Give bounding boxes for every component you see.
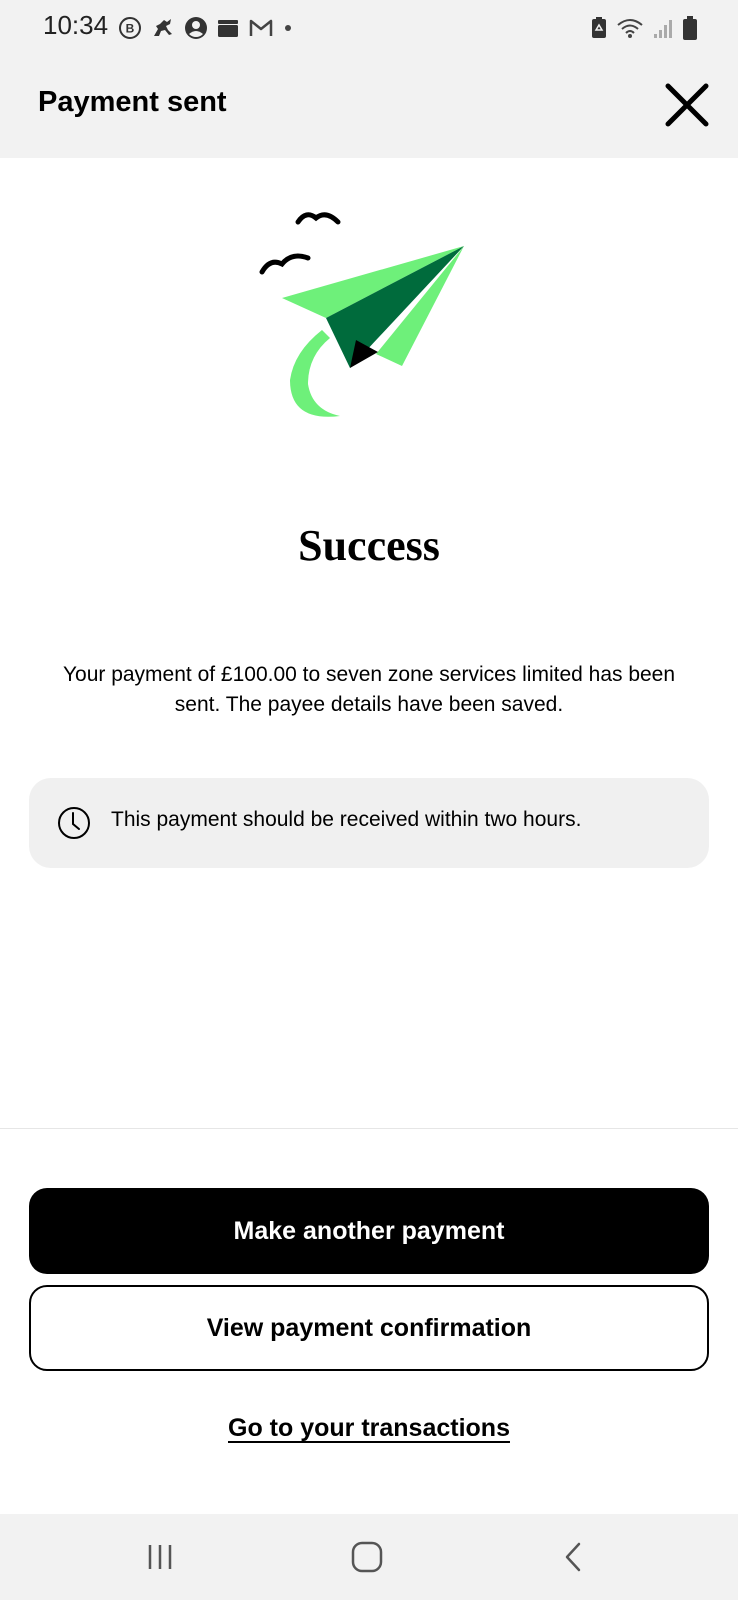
battery-icon: [682, 15, 698, 41]
view-payment-confirmation-button[interactable]: View payment confirmation: [29, 1285, 709, 1371]
make-another-payment-button[interactable]: Make another payment: [29, 1188, 709, 1274]
battery-saver-icon: [590, 16, 608, 40]
home-icon: [351, 1541, 383, 1573]
page-title: Payment sent: [38, 86, 227, 118]
svg-text:B: B: [126, 22, 135, 36]
close-button[interactable]: [660, 78, 714, 132]
dot-icon: [282, 22, 294, 34]
wallet-icon: [216, 16, 240, 40]
home-button[interactable]: [337, 1534, 397, 1580]
clock-icon: [57, 806, 91, 840]
wifi-icon: [616, 16, 644, 40]
b-circle-icon: B: [118, 16, 142, 40]
back-button[interactable]: [543, 1534, 603, 1580]
recents-icon: [148, 1545, 172, 1569]
system-icons: [590, 14, 698, 42]
status-bar: 10:34 B: [0, 0, 738, 56]
transactions-link-row: Go to your transactions: [0, 1414, 738, 1443]
paper-plane-icon: [259, 212, 464, 417]
system-nav-bar: [0, 1514, 738, 1600]
close-icon: [665, 83, 709, 127]
info-text: This payment should be received within t…: [111, 808, 582, 831]
back-icon: [565, 1542, 581, 1572]
gmail-icon: [248, 17, 274, 39]
notification-icons: B: [118, 14, 294, 42]
info-banner: This payment should be received within t…: [29, 778, 709, 868]
go-to-transactions-link[interactable]: Go to your transactions: [228, 1414, 510, 1442]
horse-icon: [150, 16, 176, 40]
signal-icon: [652, 16, 674, 40]
status-time: 10:34: [43, 10, 109, 40]
recents-button[interactable]: [130, 1534, 190, 1580]
account-circle-icon: [184, 16, 208, 40]
payment-message: Your payment of £100.00 to seven zone se…: [62, 663, 676, 716]
success-heading: Success: [298, 521, 440, 570]
paper-plane-illustration: [250, 200, 490, 440]
divider: [0, 1128, 738, 1129]
app-header: Payment sent: [0, 56, 738, 158]
